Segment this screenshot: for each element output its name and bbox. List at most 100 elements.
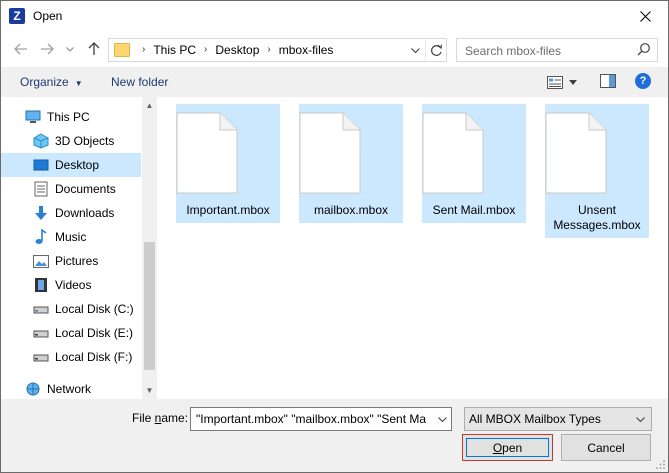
scroll-up-icon[interactable]: ▲ xyxy=(142,97,157,114)
nav-scrollbar[interactable]: ▲ ▼ xyxy=(142,97,157,399)
forward-button[interactable] xyxy=(36,39,58,59)
change-view-button[interactable] xyxy=(547,74,581,90)
pictures-icon xyxy=(33,253,49,269)
nav-item-network[interactable]: Network xyxy=(1,377,141,401)
file-name-input[interactable]: "Important.mbox" "mailbox.mbox" "Sent Ma xyxy=(191,412,432,426)
3d-objects-icon xyxy=(33,133,49,149)
nav-item-music[interactable]: Music xyxy=(1,225,141,249)
address-history-button[interactable] xyxy=(407,42,423,58)
help-button[interactable]: ? xyxy=(635,73,651,89)
nav-item-pictures[interactable]: Pictures xyxy=(1,249,141,273)
chevron-down-icon xyxy=(410,47,420,53)
file-name-combobox[interactable]: "Important.mbox" "mailbox.mbox" "Sent Ma xyxy=(190,407,452,431)
nav-item-videos[interactable]: Videos xyxy=(1,273,141,297)
file-type-value: All MBOX Mailbox Types xyxy=(469,412,601,426)
up-button[interactable] xyxy=(83,39,105,59)
network-icon xyxy=(25,381,41,397)
search-input[interactable] xyxy=(463,42,635,60)
drive-icon xyxy=(33,325,49,341)
file-name-dropdown-button[interactable] xyxy=(432,409,451,429)
open-button[interactable]: Open xyxy=(462,434,553,461)
view-details-icon xyxy=(547,75,563,89)
nav-item-label: Local Disk (E:) xyxy=(55,326,134,340)
breadcrumb-this-pc[interactable]: This PC xyxy=(153,43,196,57)
breadcrumb-mbox-files[interactable]: mbox-files xyxy=(279,43,334,57)
address-bar[interactable]: › This PC › Desktop › mbox-files xyxy=(108,38,447,62)
file-name: Sent Mail.mbox xyxy=(432,203,516,217)
nav-item-label: Local Disk (F:) xyxy=(55,350,133,364)
preview-pane-icon xyxy=(600,74,616,88)
cancel-button[interactable]: Cancel xyxy=(561,434,651,461)
breadcrumb-desktop[interactable]: Desktop xyxy=(215,43,259,57)
breadcrumb-separator-icon[interactable]: › xyxy=(204,43,207,57)
file-item[interactable]: Sent Mail.mbox xyxy=(422,104,526,223)
file-type-select[interactable]: All MBOX Mailbox Types xyxy=(464,407,652,431)
nav-item-desktop[interactable]: Desktop xyxy=(1,153,141,177)
file-type-dropdown-button[interactable] xyxy=(629,416,651,422)
open-dialog: Z Open › This PC › Desktop › mbox-files xyxy=(0,0,669,473)
nav-item-local-disk-f[interactable]: Local Disk (F:) xyxy=(1,345,141,369)
refresh-button[interactable] xyxy=(425,40,446,60)
nav-item-label: 3D Objects xyxy=(55,134,115,148)
nav-item-local-disk-c[interactable]: Local Disk (C:) xyxy=(1,297,141,321)
file-item[interactable]: Important.mbox xyxy=(176,104,280,223)
downloads-icon xyxy=(33,205,49,221)
app-icon: Z xyxy=(9,8,25,24)
document-icon xyxy=(299,112,361,194)
nav-item-label: Desktop xyxy=(55,158,100,172)
nav-item-label: Downloads xyxy=(55,206,115,220)
scrollbar-thumb[interactable] xyxy=(144,242,155,370)
search-box[interactable] xyxy=(456,38,658,62)
refresh-icon xyxy=(430,44,442,56)
open-label: pen xyxy=(502,440,523,455)
nav-item-downloads[interactable]: Downloads xyxy=(1,201,141,225)
close-icon xyxy=(639,11,651,22)
window-title: Open xyxy=(33,9,63,23)
nav-item-3d-objects[interactable]: 3D Objects xyxy=(1,129,141,153)
nav-item-documents[interactable]: Documents xyxy=(1,177,141,201)
file-name: Important.mbox xyxy=(186,203,270,217)
chevron-down-icon xyxy=(437,416,447,422)
organize-menu[interactable]: Organize ▼ xyxy=(20,75,83,89)
this-pc-icon xyxy=(25,109,41,125)
document-icon xyxy=(422,112,484,194)
close-button[interactable] xyxy=(622,1,668,32)
nav-item-label: Local Disk (C:) xyxy=(55,302,134,316)
chevron-down-icon xyxy=(635,416,645,422)
file-name-label-suffix: ame: xyxy=(161,411,189,425)
drive-icon xyxy=(33,301,49,317)
command-bar: Organize ▼ New folder ? xyxy=(1,67,668,97)
music-icon xyxy=(33,229,49,245)
breadcrumb-separator-icon[interactable]: › xyxy=(267,43,270,57)
nav-item-label: Music xyxy=(55,230,87,244)
new-folder-button[interactable]: New folder xyxy=(111,75,168,89)
file-item[interactable]: Unsent Messages.mbox xyxy=(545,104,649,238)
folder-icon xyxy=(114,43,130,57)
title-bar: Z Open xyxy=(1,1,668,33)
dialog-footer: File name: "Important.mbox" "mailbox.mbo… xyxy=(1,399,668,472)
breadcrumb-separator-icon[interactable]: › xyxy=(142,43,145,57)
file-name: mailbox.mbox xyxy=(313,203,389,217)
back-button[interactable] xyxy=(10,39,32,59)
file-name-label-prefix: File xyxy=(132,411,155,425)
organize-label: Organize xyxy=(20,75,69,89)
nav-item-label: Pictures xyxy=(55,254,99,268)
file-name-label: File name: xyxy=(132,411,188,425)
document-icon xyxy=(176,112,238,194)
recent-locations-button[interactable] xyxy=(62,39,78,59)
resize-grip-icon[interactable] xyxy=(656,460,666,470)
nav-item-this-pc[interactable]: This PC xyxy=(1,105,141,129)
file-list: Important.mbox mailbox.mbox Sent Mail.mb… xyxy=(157,97,668,399)
scroll-down-icon[interactable]: ▼ xyxy=(142,382,157,399)
search-icon[interactable] xyxy=(637,42,651,56)
nav-item-label: Documents xyxy=(55,182,116,196)
videos-icon xyxy=(33,277,49,293)
arrow-right-icon xyxy=(41,43,54,55)
preview-pane-button[interactable] xyxy=(600,74,616,90)
file-name: Unsent Messages.mbox xyxy=(553,203,641,232)
nav-item-local-disk-e[interactable]: Local Disk (E:) xyxy=(1,321,141,345)
nav-item-label: Network xyxy=(47,382,92,396)
nav-item-label: This PC xyxy=(47,110,90,124)
file-item[interactable]: mailbox.mbox xyxy=(299,104,403,223)
open-button-focus: Open xyxy=(466,438,549,457)
